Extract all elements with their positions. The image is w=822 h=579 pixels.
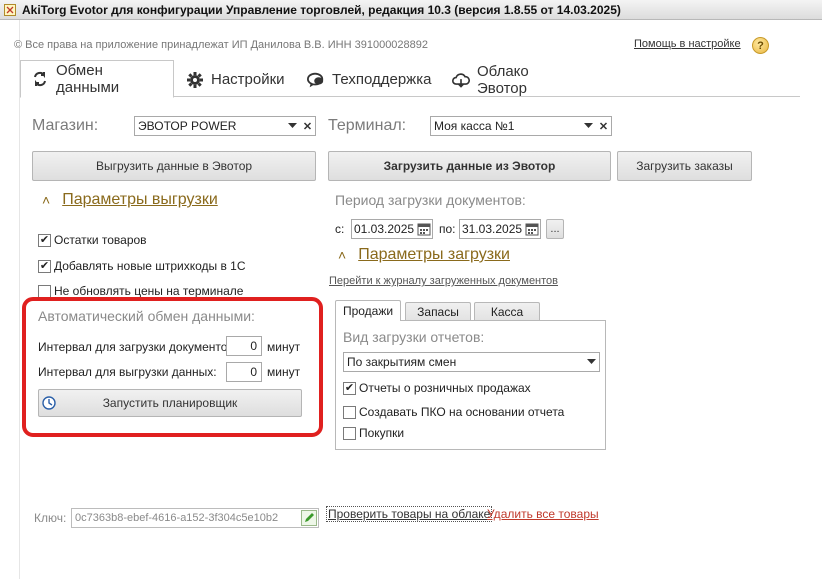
report-type-select[interactable]: По закрытиям смен [343, 352, 600, 372]
checkbox-no-prices[interactable]: Не обновлять цены на терминале [38, 284, 243, 298]
clear-icon[interactable]: ✕ [300, 117, 315, 135]
tab-exchange[interactable]: Обмен данными [20, 60, 174, 98]
checkbox-retail-reports[interactable]: ✔ Отчеты о розничных продажах [343, 381, 531, 395]
window-title: AkiTorg Evotor для конфигурации Управлен… [22, 2, 621, 17]
tab-exchange-label: Обмен данными [56, 62, 120, 96]
period-from-input[interactable]: 01.03.2025 [351, 219, 433, 239]
chat-icon [307, 71, 325, 89]
tab-cloud[interactable]: Облако Эвотор [442, 62, 592, 97]
checkbox-box[interactable] [343, 405, 356, 419]
subtab-cash[interactable]: Касса [474, 302, 540, 321]
period-select-button[interactable]: ... [546, 219, 564, 239]
download-params-title: Параметры загрузки [358, 246, 510, 263]
terminal-value: Моя касса №1 [434, 119, 515, 133]
copyright-text: © Все права на приложение принадлежат ИП… [14, 39, 429, 51]
upload-params-title: Параметры выгрузки [62, 191, 218, 208]
subtab-sales[interactable]: Продажи [335, 300, 401, 321]
period-to-value: 31.03.2025 [462, 222, 523, 236]
clear-icon[interactable]: ✕ [596, 117, 611, 135]
period-from-label: с: [335, 222, 345, 236]
tab-cloud-label: Облако Эвотор [477, 62, 529, 97]
checkbox-box[interactable] [343, 426, 356, 440]
chevron-down-icon[interactable] [581, 117, 596, 135]
tab-settings-label: Настройки [211, 71, 285, 88]
tab-settings[interactable]: Настройки [176, 62, 296, 97]
period-title: Период загрузки документов: [335, 192, 526, 208]
key-input[interactable]: 0c7363b8-ebef-4616-a152-3f304c5e10b2 [71, 508, 319, 528]
store-value: ЭВОТОР POWER [138, 119, 237, 133]
period-to-input[interactable]: 31.03.2025 [459, 219, 541, 239]
subtab-stock[interactable]: Запасы [405, 302, 471, 321]
chevron-down-icon[interactable] [584, 353, 599, 371]
checkbox-label: Отчеты о розничных продажах [359, 381, 531, 395]
store-label: Магазин: [32, 117, 99, 134]
tab-support[interactable]: Техподдержка [297, 62, 440, 97]
check-cloud-products-link[interactable]: Проверить товары на облаке [326, 506, 493, 522]
checkbox-box[interactable]: ✔ [38, 259, 51, 273]
calendar-icon[interactable] [525, 222, 539, 236]
checkbox-create-pko[interactable]: Создавать ПКО на основании отчета [343, 405, 564, 419]
checkbox-box[interactable]: ✔ [38, 233, 51, 247]
report-type-value: По закрытиям смен [347, 355, 457, 369]
chevron-up-icon: ˄ [338, 247, 347, 263]
sales-panel: Вид загрузки отчетов: По закрытиям смен … [335, 320, 606, 450]
checkbox-label: Создавать ПКО на основании отчета [359, 405, 565, 419]
load-orders-button[interactable]: Загрузить заказы [617, 151, 752, 181]
upload-params-section[interactable]: ˄ Параметры выгрузки [42, 191, 218, 209]
main-tabs: Обмен данными Настройки Техподдержка Обл… [20, 59, 800, 98]
window-titlebar: AkiTorg Evotor для конфигурации Управлен… [0, 0, 822, 20]
chevron-down-icon[interactable] [285, 117, 300, 135]
key-label: Ключ: [34, 511, 67, 525]
delete-all-products-link[interactable]: Удалить все товары [487, 507, 599, 521]
highlight-frame [22, 297, 323, 437]
exchange-icon [31, 70, 49, 88]
calendar-icon[interactable] [417, 222, 431, 236]
chevron-up-icon: ˄ [42, 192, 51, 208]
period-from-value: 01.03.2025 [354, 222, 415, 236]
checkbox-label: Покупки [359, 426, 405, 440]
upload-button[interactable]: Выгрузить данные в Эвотор [32, 151, 316, 181]
pencil-icon[interactable] [301, 510, 317, 526]
terminal-select[interactable]: Моя касса №1 ✕ [430, 116, 612, 136]
journal-link[interactable]: Перейти к журналу загруженных документов [329, 275, 558, 287]
terminal-label: Терминал: [328, 117, 407, 134]
checkbox-barcodes[interactable]: ✔ Добавлять новые штрихкоды в 1С [38, 259, 246, 273]
cloud-icon [452, 71, 470, 89]
checkbox-label: Не обновлять цены на терминале [54, 284, 244, 298]
download-button[interactable]: Загрузить данные из Эвотор [328, 151, 611, 181]
download-params-section[interactable]: ˄ Параметры загрузки [338, 246, 510, 264]
checkbox-stock[interactable]: ✔ Остатки товаров [38, 233, 147, 247]
checkbox-label: Остатки товаров [54, 233, 147, 247]
tab-support-label: Техподдержка [332, 71, 432, 88]
help-icon[interactable]: ? [752, 37, 769, 54]
checkbox-purchases[interactable]: Покупки [343, 426, 404, 440]
store-select[interactable]: ЭВОТОР POWER ✕ [134, 116, 316, 136]
left-strip [0, 20, 20, 579]
help-link[interactable]: Помощь в настройке [634, 38, 741, 50]
checkbox-label: Добавлять новые штрихкоды в 1С [54, 259, 246, 273]
gear-icon [186, 71, 204, 89]
period-to-label: по: [439, 222, 456, 236]
report-type-label: Вид загрузки отчетов: [343, 329, 485, 345]
app-icon [4, 3, 16, 16]
checkbox-box[interactable] [38, 284, 51, 298]
checkbox-box[interactable]: ✔ [343, 381, 356, 395]
